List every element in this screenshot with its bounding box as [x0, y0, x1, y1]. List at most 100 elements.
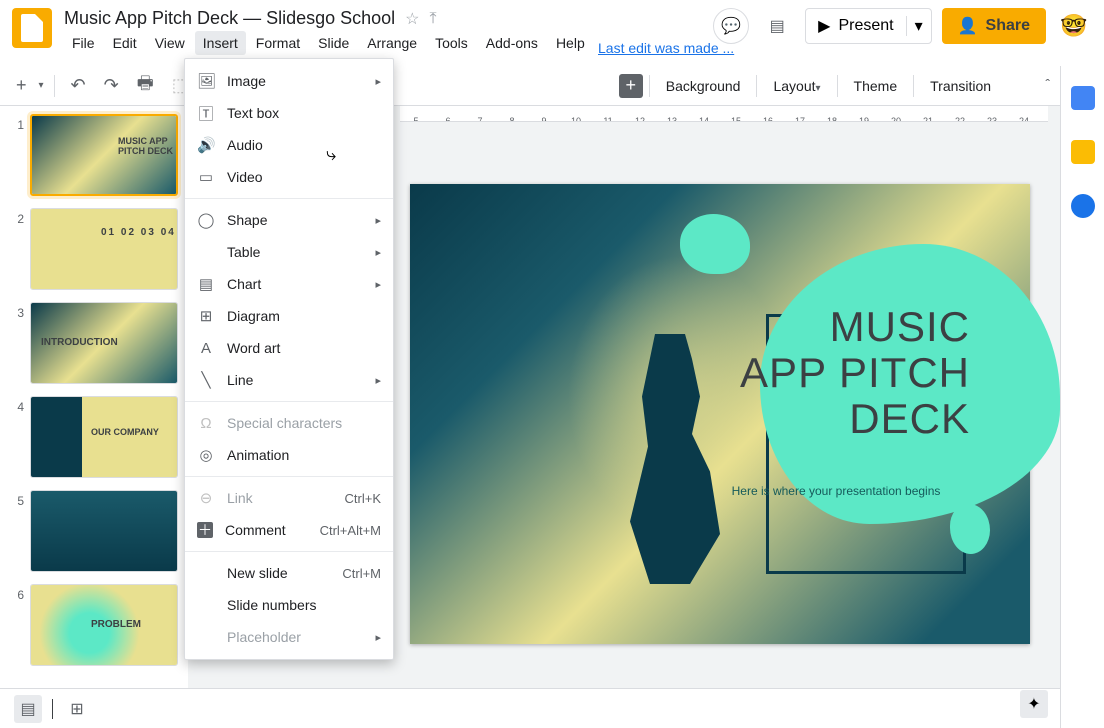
slide-title[interactable]: MUSIC APP PITCH DECK	[710, 304, 970, 443]
status-bar: ▤ ⊞	[0, 688, 1060, 728]
menu-item-link: ⊖LinkCtrl+K	[185, 482, 393, 514]
menu-help[interactable]: Help	[548, 31, 593, 55]
word-art-icon: A	[197, 340, 215, 357]
present-label: Present	[838, 17, 893, 35]
thumbnail-number: 6	[10, 588, 24, 602]
present-button[interactable]: ▶Present ▾	[805, 8, 931, 44]
menu-item-label: Link	[227, 490, 253, 506]
menu-item-video[interactable]: ▭Video	[185, 161, 393, 193]
account-avatar[interactable]: 🤓	[1056, 8, 1092, 44]
side-panel	[1060, 66, 1104, 728]
thumbnail-number: 5	[10, 494, 24, 508]
menu-item-label: Comment	[225, 522, 286, 538]
undo-button[interactable]: ↶	[65, 71, 92, 100]
menu-item-label: Animation	[227, 447, 289, 463]
slide-canvas[interactable]: MUSIC APP PITCH DECK Here is where your …	[410, 184, 1030, 644]
share-button[interactable]: 👤 Share	[942, 8, 1046, 44]
present-dropdown[interactable]: ▾	[906, 16, 931, 36]
new-slide-dropdown[interactable]: ▾	[39, 80, 44, 91]
star-icon[interactable]: ☆	[405, 9, 419, 29]
menu-item-word-art[interactable]: A Word art	[185, 332, 393, 364]
menu-item-animation[interactable]: ◎ Animation	[185, 439, 393, 471]
menu-item-table[interactable]: Table▸	[185, 236, 393, 268]
submenu-arrow-icon: ▸	[375, 374, 381, 387]
menu-item-line[interactable]: ╲Line▸	[185, 364, 393, 396]
menu-item-label: Diagram	[227, 308, 280, 324]
filmstrip: 1 MUSIC APP PITCH DECK 2 01 02 03 04 3 INTROD…	[0, 106, 188, 688]
menu-arrange[interactable]: Arrange	[359, 31, 425, 55]
thumbnail[interactable]: 01 02 03 04	[30, 208, 178, 290]
menu-item-shape[interactable]: ◯Shape▸	[185, 204, 393, 236]
menu-edit[interactable]: Edit	[105, 31, 145, 55]
menu-item-audio[interactable]: 🔊Audio	[185, 129, 393, 161]
diagram-icon: ⊞	[197, 307, 215, 325]
transition-button[interactable]: Transition	[920, 74, 1001, 98]
horizontal-ruler: 5678910111213141516171819202122232425	[400, 106, 1048, 122]
submenu-arrow-icon: ▸	[375, 278, 381, 291]
print-button[interactable]: 🖶	[131, 67, 160, 105]
menu-tools[interactable]: Tools	[427, 31, 476, 55]
thumbnail[interactable]: PROBLEM	[30, 584, 178, 666]
thumbnail-label: MUSIC APP PITCH DECK	[118, 136, 176, 156]
submenu-arrow-icon: ▸	[375, 75, 381, 88]
thumbnail[interactable]: MUSIC APP PITCH DECK	[30, 114, 178, 196]
menu-item-new-slide[interactable]: New slideCtrl+M	[185, 557, 393, 589]
grid-view-button[interactable]: ⊞	[63, 695, 91, 723]
add-slide-button[interactable]: +	[619, 74, 643, 98]
menu-item-label: Video	[227, 169, 263, 185]
menu-format[interactable]: Format	[248, 31, 308, 55]
new-slide-button[interactable]: +	[10, 71, 33, 100]
menu-item-text-box[interactable]: 🅃Text box	[185, 97, 393, 129]
thumbnail-row: 3 INTRODUCTION	[10, 302, 178, 384]
move-to-drive-icon[interactable]: ⤒	[430, 10, 437, 28]
document-title[interactable]: Music App Pitch Deck — Slidesgo School	[64, 8, 395, 29]
thumbnail-number: 3	[10, 306, 24, 320]
collapse-toolbar-button[interactable]: ˆ	[1045, 76, 1050, 92]
shortcut-label: Ctrl+Alt+M	[320, 523, 381, 538]
submenu-arrow-icon: ▸	[375, 631, 381, 644]
person-icon: 👤	[958, 16, 978, 36]
theme-button[interactable]: Theme	[844, 74, 908, 98]
insert-menu-dropdown: 🖼Image▸🅃Text box🔊Audio▭Video ◯Shape▸Table…	[184, 58, 394, 660]
redo-button[interactable]: ↷	[98, 71, 125, 100]
keep-icon[interactable]	[1071, 140, 1095, 164]
text-box-icon: 🅃	[197, 103, 215, 124]
thumbnail-number: 2	[10, 212, 24, 226]
slide-subtitle[interactable]: Here is where your presentation begins	[706, 484, 966, 498]
thumbnail[interactable]	[30, 490, 178, 572]
menu-file[interactable]: File	[64, 31, 103, 55]
comments-button[interactable]: ▤	[759, 8, 795, 44]
submenu-arrow-icon: ▸	[375, 246, 381, 259]
menu-item-comment[interactable]: ＋CommentCtrl+Alt+M	[185, 514, 393, 546]
last-edit-link[interactable]: Last edit was made ...	[598, 40, 734, 56]
menu-item-chart[interactable]: ▤Chart▸	[185, 268, 393, 300]
shortcut-label: Ctrl+M	[342, 566, 381, 581]
layout-button[interactable]: Layout▾	[763, 74, 830, 98]
menu-slide[interactable]: Slide	[310, 31, 357, 55]
animation-icon: ◎	[197, 446, 215, 464]
menu-item-image[interactable]: 🖼Image▸	[185, 65, 393, 97]
thumbnail[interactable]: OUR COMPANY	[30, 396, 178, 478]
menu-item-diagram[interactable]: ⊞ Diagram	[185, 300, 393, 332]
menu-view[interactable]: View	[147, 31, 193, 55]
thumbnail-number: 1	[10, 118, 24, 132]
image-icon: 🖼	[197, 72, 215, 90]
thumbnail-row: 4OUR COMPANY	[10, 396, 178, 478]
thumbnail-label: 01 02 03 04	[101, 227, 176, 238]
menu-item-slide-numbers[interactable]: Slide numbers	[185, 589, 393, 621]
menu-item-label: Chart	[227, 276, 261, 292]
shape-icon: ◯	[197, 211, 215, 229]
menu-item-label: Word art	[227, 340, 280, 356]
slides-logo[interactable]	[12, 8, 52, 48]
menu-item-placeholder: Placeholder▸	[185, 621, 393, 653]
menu-insert[interactable]: Insert	[195, 31, 246, 55]
menu-add-ons[interactable]: Add-ons	[478, 31, 546, 55]
filmstrip-view-button[interactable]: ▤	[14, 695, 42, 723]
thumbnail[interactable]: INTRODUCTION	[30, 302, 178, 384]
menu-item-label: Audio	[227, 137, 263, 153]
activity-button[interactable]: 💬	[713, 8, 749, 44]
background-button[interactable]: Background	[656, 74, 751, 98]
share-label: Share	[986, 17, 1030, 35]
calendar-icon[interactable]	[1071, 86, 1095, 110]
tasks-icon[interactable]	[1071, 194, 1095, 218]
